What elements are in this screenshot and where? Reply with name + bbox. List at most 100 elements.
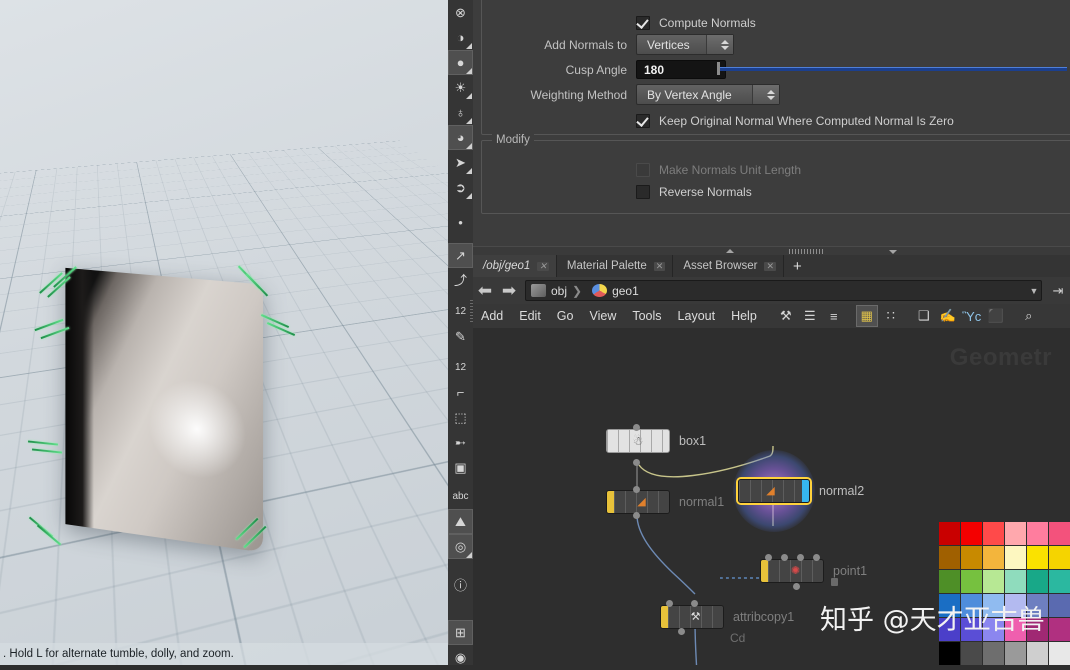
- point-display-icon[interactable]: •: [448, 210, 473, 235]
- menu-edit[interactable]: Edit: [511, 304, 549, 328]
- lookat-icon[interactable]: ➲: [448, 175, 473, 200]
- menu-tools[interactable]: Tools: [624, 304, 669, 328]
- node-attribcopy1[interactable]: ⚒ attribcopy1: [660, 605, 794, 629]
- unit-length-checkbox[interactable]: [636, 162, 650, 177]
- color-swatch[interactable]: [1027, 522, 1048, 545]
- no-light-icon[interactable]: ⊗: [448, 0, 473, 25]
- node-normal1-body[interactable]: ◢: [606, 490, 670, 514]
- node-attribcopy1-input-0[interactable]: [666, 600, 673, 607]
- parameter-panel[interactable]: Construct Compute Normals Add Normals to…: [473, 0, 1070, 247]
- node-attribcopy1-render-flag[interactable]: [661, 606, 668, 628]
- node-attribcopy1-input-1[interactable]: [691, 600, 698, 607]
- submenu-arrow-icon[interactable]: [466, 552, 472, 558]
- geometry-display-icon[interactable]: ▣: [448, 455, 473, 480]
- color-swatch[interactable]: [1049, 594, 1070, 617]
- tab-material-palette[interactable]: Material Palette ✕: [557, 255, 674, 277]
- submenu-arrow-icon[interactable]: [466, 143, 472, 149]
- path-input[interactable]: obj ❯ geo1 ▼: [525, 280, 1042, 301]
- layout-grid-icon[interactable]: ⊞: [448, 620, 473, 645]
- snap-12-icon[interactable]: 12: [448, 355, 473, 380]
- add-normals-to-spinner[interactable]: [706, 35, 733, 54]
- color-swatch[interactable]: [939, 570, 960, 593]
- angle-snap-icon[interactable]: ⌐: [448, 380, 473, 405]
- color-swatch[interactable]: [939, 522, 960, 545]
- tab-obj-geo1[interactable]: /obj/geo1 ✕: [473, 255, 557, 277]
- submenu-arrow-icon[interactable]: [466, 93, 472, 99]
- chevron-down-icon[interactable]: ▼: [1027, 286, 1041, 296]
- select-tool-icon[interactable]: ↗: [448, 243, 473, 268]
- color-swatch[interactable]: [1049, 546, 1070, 569]
- submenu-arrow-icon[interactable]: [466, 168, 472, 174]
- image-node-icon[interactable]: Ὓc: [961, 305, 983, 327]
- handle-tool-icon[interactable]: ⤴: [448, 268, 473, 293]
- sticky-note-icon[interactable]: ✍: [937, 305, 959, 327]
- collapse-up-icon[interactable]: [726, 249, 734, 253]
- color-swatch[interactable]: [939, 546, 960, 569]
- close-icon[interactable]: ✕: [653, 261, 666, 271]
- forward-arrow-icon[interactable]: ➡: [497, 277, 521, 304]
- color-swatch[interactable]: [1049, 570, 1070, 593]
- cusp-angle-slider-knob[interactable]: [717, 62, 720, 75]
- color-swatch[interactable]: [1005, 642, 1026, 665]
- color-swatch[interactable]: [939, 642, 960, 665]
- compute-normals-checkbox[interactable]: [636, 15, 650, 30]
- submenu-arrow-icon[interactable]: [466, 43, 472, 49]
- cusp-angle-slider-track[interactable]: [717, 66, 1067, 71]
- menu-help[interactable]: Help: [723, 304, 765, 328]
- add-normals-to-dropdown[interactable]: Vertices: [636, 34, 734, 55]
- color-swatch[interactable]: [1049, 642, 1070, 665]
- node-normal1[interactable]: ◢ normal1: [606, 490, 724, 514]
- marker-icon[interactable]: ◎: [448, 534, 473, 559]
- color-swatch[interactable]: [1049, 618, 1070, 641]
- breadcrumb-obj[interactable]: obj: [526, 284, 567, 298]
- tools-wrench-icon[interactable]: ⚒: [775, 305, 797, 327]
- weighting-method-spinner[interactable]: [752, 85, 779, 104]
- node-attribcopy1-body[interactable]: ⚒: [660, 605, 724, 629]
- color-swatch[interactable]: [983, 546, 1004, 569]
- tree-view-icon[interactable]: ☰: [799, 305, 821, 327]
- viewport-toolbar-rail[interactable]: ⊗ ◑ ● ☀ ♁ ◕ ➤ ➲ • ↗ ⤴ 12 ✎ 12 ⌐ ⬚ ➸ ▣ abc ⛰ ◎ ⓘ ⊞ ◉: [448, 0, 474, 665]
- cusp-angle-input[interactable]: 180: [636, 60, 726, 79]
- node-point1[interactable]: ✺ point1: [760, 559, 867, 583]
- submenu-arrow-icon[interactable]: [466, 193, 472, 199]
- view-shading-icon[interactable]: ◕: [448, 125, 473, 150]
- reverse-normals-checkbox[interactable]: [636, 184, 650, 199]
- grid-snap-icon[interactable]: ⬚: [448, 405, 473, 430]
- node-attribcopy1-output[interactable]: [678, 628, 685, 635]
- color-swatch[interactable]: [961, 570, 982, 593]
- node-point1-input-3[interactable]: [813, 554, 820, 561]
- network-box-icon[interactable]: ❑: [913, 305, 935, 327]
- color-swatch[interactable]: [1005, 522, 1026, 545]
- node-box1-body[interactable]: ☃: [606, 429, 670, 453]
- info-icon[interactable]: ⓘ: [448, 573, 473, 598]
- color-swatch[interactable]: [961, 522, 982, 545]
- color-swatch[interactable]: [1005, 546, 1026, 569]
- node-normal1-input[interactable]: [633, 486, 640, 493]
- node-normal1-output[interactable]: [633, 512, 640, 519]
- list-view-icon[interactable]: ≡: [823, 305, 845, 327]
- menu-view[interactable]: View: [581, 304, 624, 328]
- color-swatch[interactable]: [983, 570, 1004, 593]
- node-normal2-body[interactable]: ◢: [738, 479, 810, 503]
- scene-light-icon[interactable]: ●: [448, 50, 473, 75]
- menu-add[interactable]: Add: [473, 304, 511, 328]
- paint-tool-icon[interactable]: ✎: [448, 324, 473, 349]
- camera-icon[interactable]: ➤: [448, 150, 473, 175]
- color-swatch[interactable]: [961, 642, 982, 665]
- network-tab-bar[interactable]: /obj/geo1 ✕ Material Palette ✕ Asset Bro…: [473, 255, 1070, 278]
- menu-go[interactable]: Go: [549, 304, 582, 328]
- color-swatch[interactable]: [1005, 570, 1026, 593]
- headlight-icon[interactable]: ◑: [448, 25, 473, 50]
- color-swatch[interactable]: [983, 522, 1004, 545]
- splitter-grip[interactable]: [789, 249, 825, 254]
- color-swatch[interactable]: [1027, 642, 1048, 665]
- node-normal1-render-flag[interactable]: [607, 491, 614, 513]
- viewport-3d[interactable]: . Hold L for alternate tumble, dolly, an…: [0, 0, 448, 665]
- color-swatch[interactable]: [961, 546, 982, 569]
- color-swatch[interactable]: [983, 642, 1004, 665]
- pivot-snap-icon[interactable]: ➸: [448, 430, 473, 455]
- asset-chest-icon[interactable]: ⬛: [985, 305, 1007, 327]
- viewport-box-geometry[interactable]: [65, 267, 264, 553]
- weighting-method-dropdown[interactable]: By Vertex Angle: [636, 84, 780, 105]
- add-light-icon[interactable]: ☀: [448, 75, 473, 100]
